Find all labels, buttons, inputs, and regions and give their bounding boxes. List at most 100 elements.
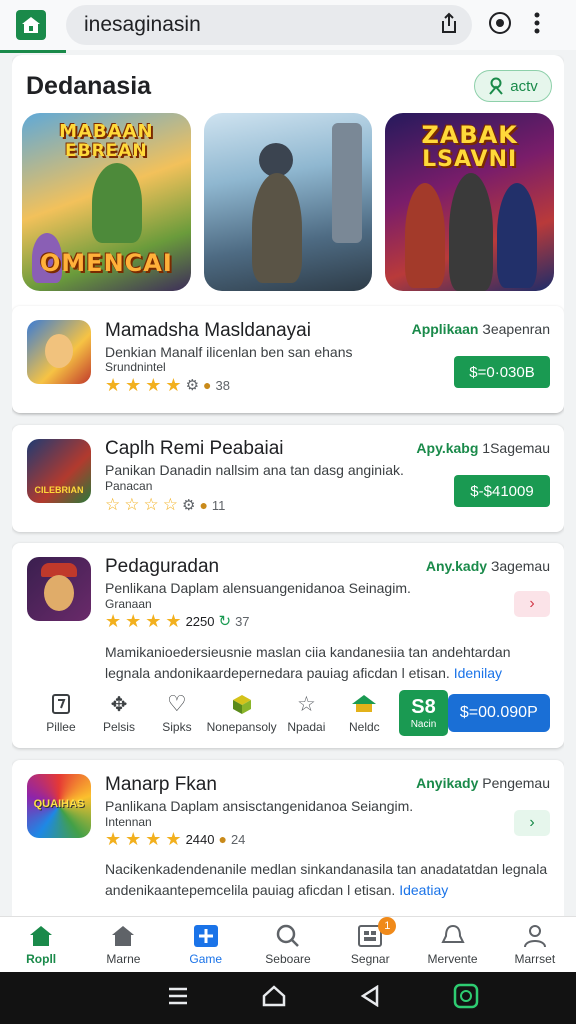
gear-icon: ⚙ — [182, 497, 196, 514]
blue-price-button[interactable]: $=00.090P — [447, 694, 551, 732]
game-banner-1[interactable]: MABAAN EBREAN OMENCAI — [22, 113, 191, 291]
character-figure — [258, 143, 293, 177]
rating-count: 38 — [215, 377, 230, 393]
app-subtitle: Granaan — [105, 597, 152, 611]
record-icon[interactable] — [488, 11, 512, 40]
star-outline-icon: ☆ — [296, 692, 316, 716]
app-card-expanded[interactable]: Pedaguradan Any.kady Зagemau Penlikana D… — [12, 543, 564, 748]
bottom-navigation: Ropll Marne Game Seboare Segnar 1 Merven… — [0, 916, 576, 972]
banner-title: OMENCAI — [39, 249, 173, 277]
app-type: Anyikady Pengemau — [416, 775, 550, 791]
banner-title: LSAVNI — [422, 147, 518, 172]
star-icon: ★ — [125, 829, 142, 849]
app-description: Denkian Manalf ilicenlan ben san ehans — [105, 344, 353, 360]
action-bar: Pillee ✥ Pelsis ♡ Sipks Nonepansoly ☆ Np… — [32, 689, 551, 737]
price-button[interactable]: $-$41009 — [454, 475, 550, 507]
page-icon — [51, 692, 71, 716]
active-tab-indicator — [0, 50, 66, 53]
more-vert-icon[interactable] — [534, 12, 540, 39]
recents-icon[interactable] — [167, 986, 189, 1011]
action-nonepansoly[interactable]: Nonepansoly — [206, 692, 277, 734]
game-banner-2[interactable] — [203, 113, 373, 291]
rating-count: 37 — [235, 613, 250, 629]
app-card-expanded[interactable]: QUAIHAS Manarp Fkan Anyikady Pengemau Pa… — [12, 760, 564, 917]
coins-icon: ● — [218, 831, 227, 847]
nav-item-mervente[interactable]: Mervente — [411, 917, 493, 972]
gamepad-icon — [193, 924, 218, 947]
address-bar[interactable]: inesaginasin — [66, 5, 472, 45]
rating-row: ★ ★ ★ ★ 2250 ↻ 37 — [105, 612, 250, 630]
star-outline-icon: ☆ — [162, 495, 178, 514]
chevron-right-icon[interactable]: › — [514, 810, 550, 836]
nav-item-ropll[interactable]: Ropll — [0, 917, 82, 972]
bell-icon — [440, 924, 465, 943]
app-icon: QUAIHAS — [27, 774, 91, 838]
nav-item-seboare[interactable]: Seboare — [247, 917, 329, 972]
star-icon: ★ — [145, 829, 162, 849]
rating-row: ★ ★ ★ ★ ⚙ ● 38 — [105, 376, 230, 394]
app-card[interactable]: Mamadsha Masldanayai Applikaan Зeapenran… — [12, 306, 564, 413]
action-sipks[interactable]: ♡ Sipks — [148, 691, 206, 734]
chevron-right-icon[interactable]: › — [514, 591, 550, 617]
banner-title: EBREAN — [65, 141, 148, 161]
star-icon: ★ — [125, 375, 142, 395]
nav-item-marrset[interactable]: Marrset — [494, 917, 576, 972]
home-icon[interactable] — [16, 10, 46, 40]
app-subtitle: Srundnintel — [105, 360, 166, 374]
star-icon: ★ — [105, 375, 122, 395]
more-link[interactable]: Ideatiay — [399, 882, 448, 898]
app-icon: CILEBRIAN — [27, 439, 91, 503]
banner-title: MABAAN — [59, 121, 154, 142]
app-description: Panlikana Daplam ansisctangenidanoa Seia… — [105, 798, 414, 814]
house-icon — [112, 925, 135, 946]
action-pillee[interactable]: Pillee — [32, 692, 90, 734]
activ-label: actv — [510, 77, 538, 95]
castle-tower — [331, 123, 362, 243]
s8-button[interactable]: S8 Nacin — [399, 690, 448, 736]
action-neldc[interactable]: Neldc — [335, 692, 393, 734]
character-figure — [497, 183, 538, 288]
app-type: Applikaan Зeapenran — [411, 321, 550, 337]
rating-value: 2440 — [185, 831, 215, 847]
system-navigation-bar — [0, 972, 576, 1024]
assistant-icon[interactable] — [453, 983, 479, 1014]
share-icon[interactable] — [440, 12, 458, 39]
action-npadai[interactable]: ☆ Npadai — [277, 692, 335, 735]
price-button[interactable]: $=0·030B — [454, 356, 550, 388]
app-name: Mamadsha Masldanayai — [105, 320, 311, 341]
app-card[interactable]: CILEBRIAN Caplh Remi Peabaiai Apy.kabg 1… — [12, 425, 564, 532]
app-name: Manarp Fkan — [105, 774, 217, 795]
search-icon — [276, 924, 299, 947]
more-link[interactable]: Idenilay — [454, 665, 502, 681]
game-banner-3[interactable]: ZABAK LSAVNI — [385, 113, 555, 291]
nav-item-game[interactable]: Game — [165, 917, 247, 972]
url-text: inesaginasin — [84, 13, 201, 36]
nav-item-marne[interactable]: Marne — [82, 917, 164, 972]
star-outline-icon: ☆ — [105, 495, 121, 514]
app-type: Apy.kabg 1Sagemau — [416, 440, 550, 456]
action-pelsis[interactable]: ✥ Pelsis — [90, 692, 148, 735]
back-icon[interactable] — [360, 984, 380, 1012]
star-icon: ★ — [165, 375, 182, 395]
cube-icon — [231, 692, 253, 716]
long-description: Nacikenkadendenanile medlan sinkandanasi… — [105, 861, 548, 898]
app-icon — [27, 557, 91, 621]
star-icon: ★ — [105, 829, 122, 849]
rating-value: 2250 — [185, 613, 215, 629]
star-icon: ★ — [145, 611, 162, 631]
heart-icon: ♡ — [167, 691, 187, 716]
app-type: Any.kady Зagemau — [425, 558, 550, 574]
star-icon: ★ — [165, 829, 182, 849]
star-icon: ★ — [125, 611, 142, 631]
app-description: Penlikana Daplam alensuangenidanoa Seina… — [105, 580, 411, 596]
activ-button[interactable]: actv — [474, 70, 552, 102]
coins-icon: ● — [203, 377, 212, 393]
character-figure — [92, 163, 142, 243]
home-outline-icon[interactable] — [262, 984, 286, 1012]
browser-toolbar: inesaginasin — [0, 0, 576, 50]
star-outline-icon: ☆ — [124, 495, 140, 514]
app-description: Panikan Danadin nallsim ana tan dasg ang… — [105, 462, 404, 478]
coins-icon: ● — [199, 497, 208, 513]
nav-item-segnar[interactable]: Segnar 1 — [329, 917, 411, 972]
star-icon: ★ — [105, 611, 122, 631]
